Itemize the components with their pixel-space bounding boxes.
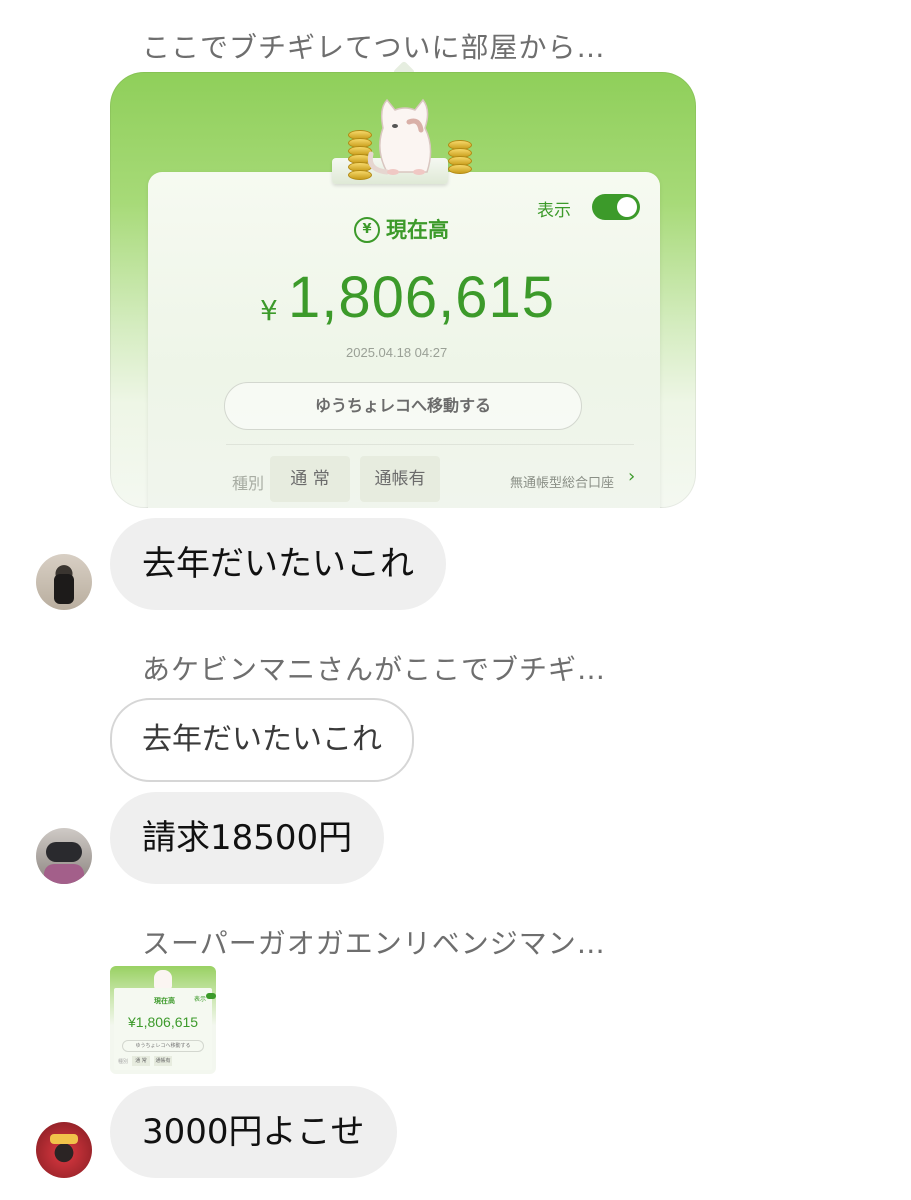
message-bubble[interactable]: 3000円よこせ bbox=[110, 1086, 397, 1178]
thumbnail-chip-normal: 通 常 bbox=[132, 1056, 150, 1066]
yen-icon: ¥ bbox=[354, 217, 380, 243]
reply-context-label: スーパーガオガエンリベンジマン… bbox=[142, 927, 606, 960]
thumbnail-move-button: ゆうちょレコへ移動する bbox=[122, 1040, 204, 1052]
coin-stack-icon bbox=[448, 140, 474, 174]
display-toggle[interactable] bbox=[592, 194, 640, 220]
avatar[interactable] bbox=[36, 1122, 92, 1178]
quoted-image-thumbnail[interactable]: 現在高 表示 ¥1,806,615 ゆうちょレコへ移動する 種別 通 常 通帳有 bbox=[110, 966, 216, 1074]
cat-mascot-icon bbox=[367, 98, 432, 175]
display-toggle-label: 表示 bbox=[537, 201, 571, 221]
balance-panel: ¥ 現在高 表示 ¥ 1,806,615 2025.04.18 04:27 ゆう… bbox=[148, 172, 660, 508]
current-balance-label: 現在高 bbox=[386, 218, 449, 242]
thumbnail-balance: ¥1,806,615 bbox=[128, 1014, 199, 1030]
message-bubble[interactable]: 去年だいたいこれ bbox=[110, 518, 446, 610]
move-to-record-button[interactable]: ゆうちょレコへ移動する bbox=[224, 382, 582, 430]
toggle-knob bbox=[617, 197, 637, 217]
thumbnail-panel: 現在高 表示 ¥1,806,615 ゆうちょレコへ移動する 種別 通 常 通帳有 bbox=[114, 988, 216, 1070]
thumbnail-chip-passbook: 通帳有 bbox=[154, 1056, 172, 1066]
quoted-image-card[interactable]: ¥ 現在高 表示 ¥ 1,806,615 2025.04.18 04:27 ゆう… bbox=[110, 72, 696, 508]
divider bbox=[226, 444, 634, 445]
chip-passbook: 通帳有 bbox=[360, 456, 440, 502]
thumbnail-display-label: 表示 bbox=[194, 996, 207, 1003]
chevron-right-icon[interactable]: › bbox=[628, 466, 635, 487]
chip-normal: 通 常 bbox=[270, 456, 350, 502]
message-bubble[interactable]: 請求18500円 bbox=[110, 792, 385, 884]
avatar[interactable] bbox=[36, 828, 92, 884]
reply-context-label: ここでブチギレてついに部屋から… bbox=[142, 31, 606, 64]
quoted-message[interactable]: 去年だいたいこれ bbox=[110, 698, 414, 782]
avatar[interactable] bbox=[36, 554, 92, 610]
balance-timestamp: 2025.04.18 04:27 bbox=[346, 345, 448, 360]
cat-mascot-icon bbox=[154, 970, 172, 990]
thumbnail-toggle bbox=[206, 993, 216, 999]
balance-amount: 1,806,615 bbox=[288, 265, 556, 330]
account-type-link[interactable]: 無通帳型総合口座 bbox=[510, 472, 614, 491]
thumbnail-kind-label: 種別 bbox=[118, 1059, 129, 1065]
balance-currency: ¥ bbox=[260, 294, 278, 327]
reply-context-label: あケビンマニさんがここでブチギ… bbox=[142, 653, 607, 686]
thumbnail-current-label: 現在高 bbox=[154, 997, 175, 1005]
kind-label: 種別 bbox=[232, 474, 265, 493]
